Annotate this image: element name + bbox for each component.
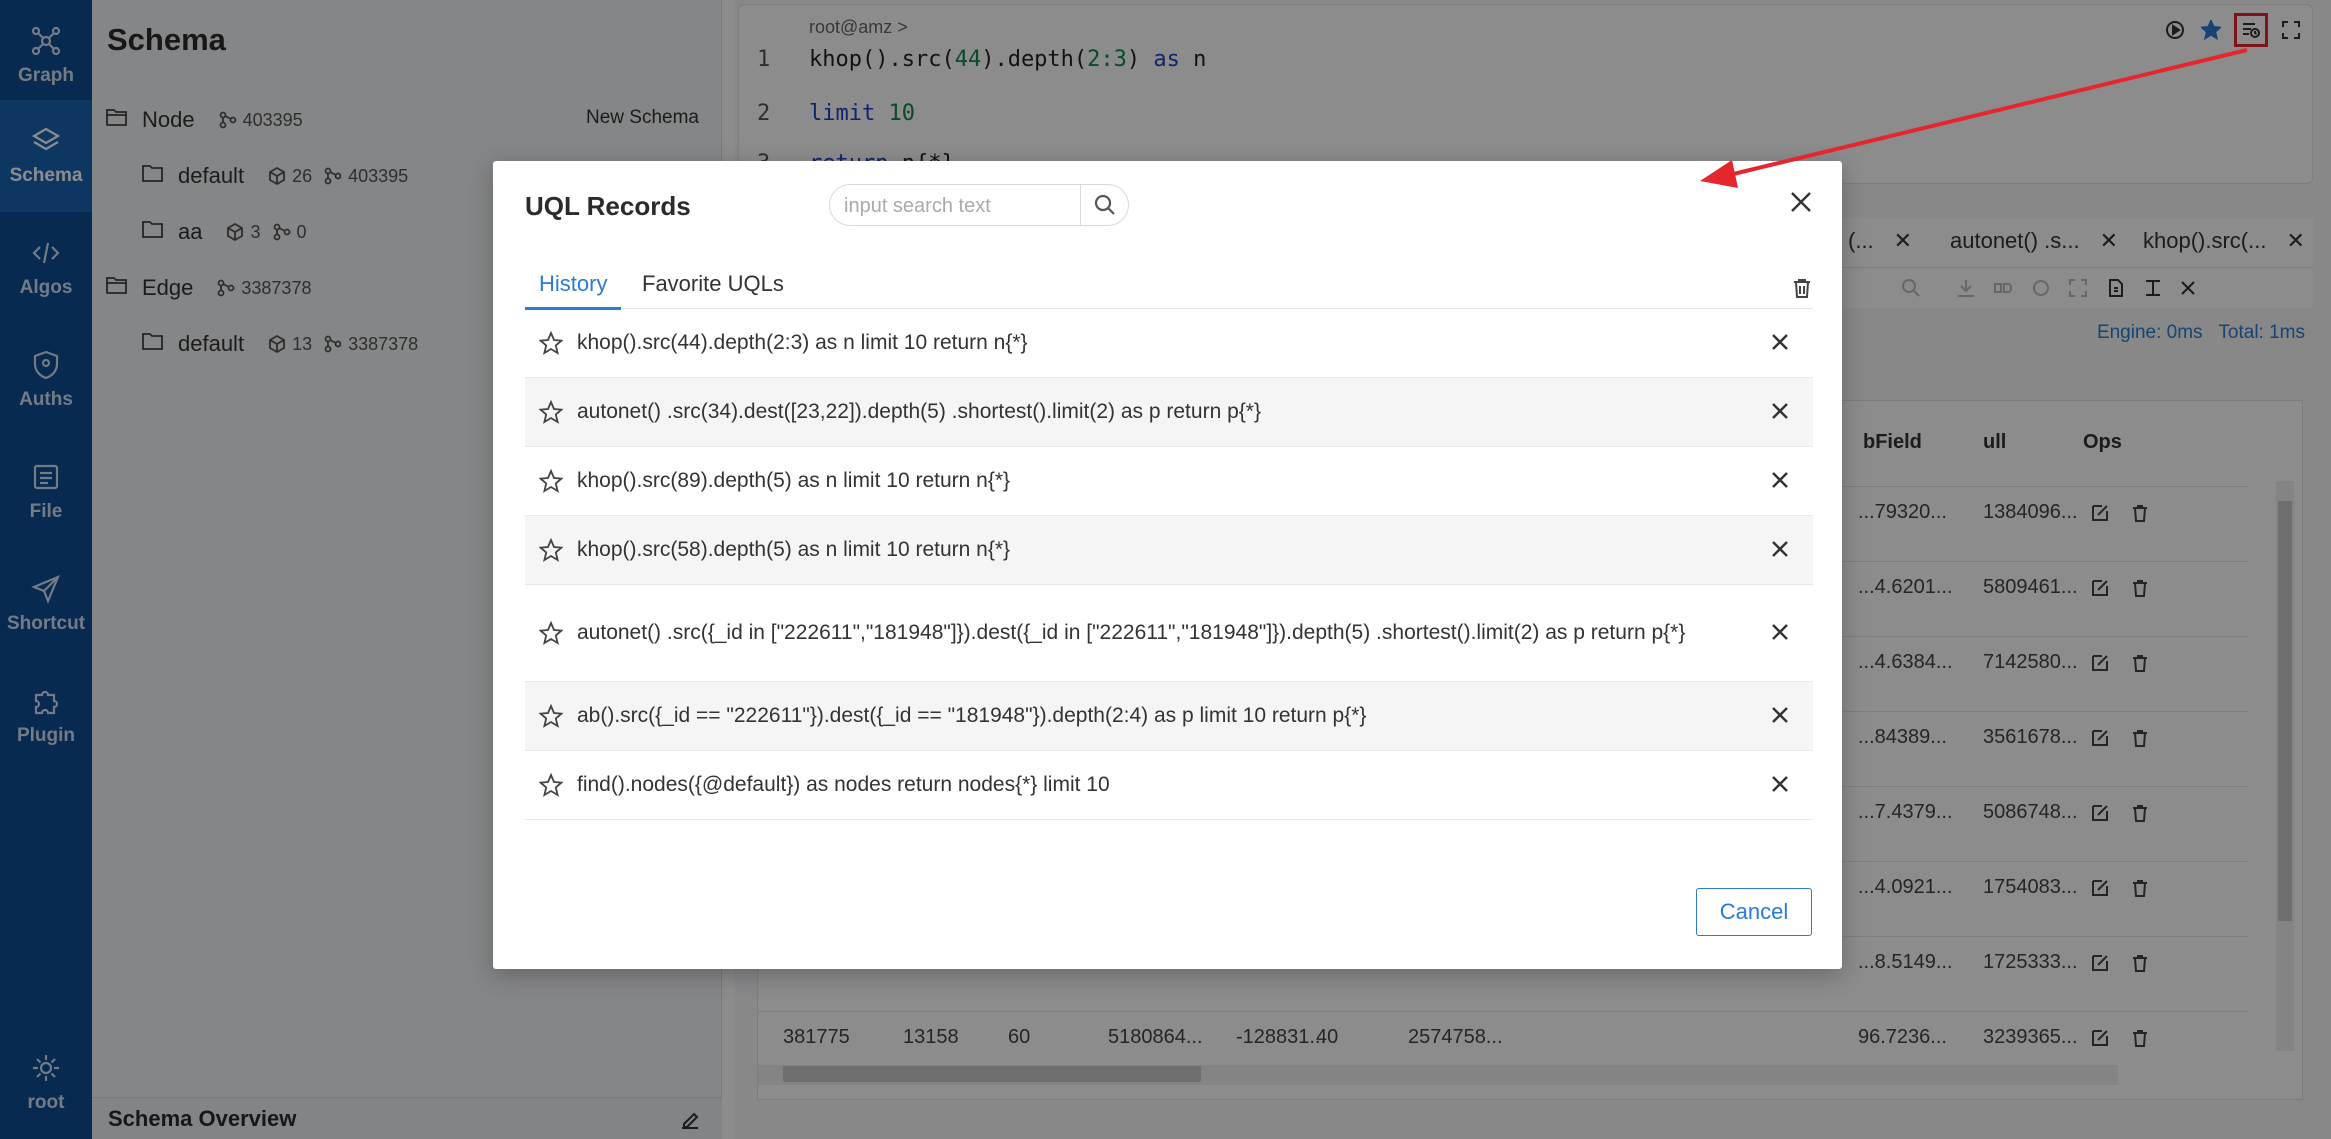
star-icon[interactable] bbox=[538, 399, 564, 424]
delete-record-icon[interactable] bbox=[1771, 333, 1791, 353]
modal-tabs: History Favorite UQLs bbox=[525, 263, 1813, 310]
cancel-button[interactable]: Cancel bbox=[1696, 888, 1812, 936]
history-record[interactable]: ab().src({_id == "222611"}).dest({_id ==… bbox=[525, 682, 1813, 751]
star-icon[interactable] bbox=[538, 330, 564, 355]
record-text[interactable]: khop().src(44).depth(2:3) as n limit 10 … bbox=[577, 328, 1028, 358]
delete-record-icon[interactable] bbox=[1771, 623, 1791, 643]
history-record[interactable]: autonet() .src({_id in ["222611","181948… bbox=[525, 585, 1813, 682]
record-text[interactable]: khop().src(58).depth(5) as n limit 10 re… bbox=[577, 535, 1010, 565]
tab-favorite-uqls[interactable]: Favorite UQLs bbox=[642, 271, 784, 307]
modal-close-button[interactable] bbox=[1786, 187, 1816, 217]
star-icon[interactable] bbox=[538, 468, 564, 493]
delete-record-icon[interactable] bbox=[1771, 471, 1791, 491]
history-record[interactable]: khop().src(89).depth(5) as n limit 10 re… bbox=[525, 447, 1813, 516]
search-box bbox=[829, 184, 1129, 226]
history-list: khop().src(44).depth(2:3) as n limit 10 … bbox=[525, 309, 1813, 820]
history-record[interactable]: autonet() .src(34).dest([23,22]).depth(5… bbox=[525, 378, 1813, 447]
tab-history[interactable]: History bbox=[525, 271, 622, 310]
delete-record-icon[interactable] bbox=[1771, 775, 1791, 795]
record-text[interactable]: find().nodes({@default}) as nodes return… bbox=[577, 770, 1110, 800]
history-record[interactable]: khop().src(44).depth(2:3) as n limit 10 … bbox=[525, 309, 1813, 378]
uql-records-modal: UQL Records History Favorite UQLs khop()… bbox=[493, 161, 1842, 969]
modal-title: UQL Records bbox=[525, 191, 691, 221]
history-record[interactable]: khop().src(58).depth(5) as n limit 10 re… bbox=[525, 516, 1813, 585]
delete-record-icon[interactable] bbox=[1771, 706, 1791, 726]
search-icon bbox=[1094, 194, 1115, 215]
record-text[interactable]: autonet() .src(34).dest([23,22]).depth(5… bbox=[577, 397, 1261, 427]
record-text[interactable]: autonet() .src({_id in ["222611","181948… bbox=[577, 618, 1685, 648]
delete-record-icon[interactable] bbox=[1771, 540, 1791, 560]
record-text[interactable]: ab().src({_id == "222611"}).dest({_id ==… bbox=[577, 701, 1366, 731]
star-icon[interactable] bbox=[538, 703, 564, 728]
close-icon bbox=[1791, 192, 1811, 212]
search-input[interactable] bbox=[844, 193, 1074, 219]
star-icon[interactable] bbox=[538, 772, 564, 797]
star-icon[interactable] bbox=[538, 537, 564, 562]
star-icon[interactable] bbox=[538, 620, 564, 645]
clear-all-button[interactable] bbox=[1791, 277, 1813, 299]
history-record[interactable]: find().nodes({@default}) as nodes return… bbox=[525, 751, 1813, 820]
trash-icon bbox=[1794, 279, 1810, 298]
record-text[interactable]: khop().src(89).depth(5) as n limit 10 re… bbox=[577, 466, 1010, 496]
delete-record-icon[interactable] bbox=[1771, 402, 1791, 422]
search-button[interactable] bbox=[1080, 185, 1128, 225]
